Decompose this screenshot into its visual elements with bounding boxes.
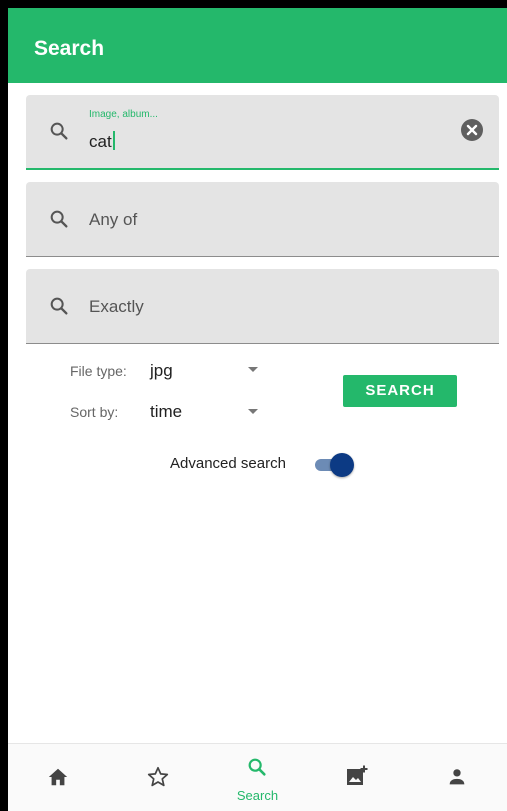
text-caret: [112, 131, 115, 150]
clear-button[interactable]: [461, 119, 483, 141]
advanced-search-label: Advanced search: [170, 455, 286, 472]
file-type-label: File type:: [70, 363, 127, 379]
search-input[interactable]: cat: [89, 131, 115, 153]
person-icon: [449, 769, 465, 785]
sort-by-value: time: [150, 402, 183, 421]
search-icon: [249, 758, 267, 776]
any-of-field[interactable]: Any of: [26, 182, 499, 257]
file-type-select[interactable]: jpg: [148, 358, 268, 384]
nav-add-photo[interactable]: [307, 744, 407, 811]
nav-search[interactable]: Search: [208, 744, 308, 811]
chevron-down-icon: [248, 409, 258, 414]
exactly-input[interactable]: Exactly: [89, 296, 144, 318]
page-title: Search: [34, 37, 105, 60]
sort-by-select[interactable]: time: [148, 399, 268, 425]
file-type-value: jpg: [150, 361, 173, 380]
close-icon: [466, 124, 478, 136]
bottom-nav: Search: [8, 743, 507, 811]
search-button[interactable]: SEARCH: [343, 375, 457, 407]
advanced-search-toggle[interactable]: [308, 448, 360, 482]
search-icon: [50, 297, 68, 315]
toggle-thumb: [330, 453, 354, 477]
search-icon: [50, 122, 68, 140]
chevron-down-icon: [248, 367, 258, 372]
search-icon: [50, 210, 68, 228]
search-field-main[interactable]: Image, album... cat: [26, 95, 499, 170]
any-of-input[interactable]: Any of: [89, 209, 137, 231]
sort-by-label: Sort by:: [70, 404, 119, 420]
nav-favorites[interactable]: [108, 744, 208, 811]
nav-profile[interactable]: [407, 744, 507, 811]
search-input-value: cat: [89, 132, 112, 151]
exactly-field[interactable]: Exactly: [26, 269, 499, 344]
star-icon: [147, 766, 168, 787]
app-bar: Search: [8, 8, 507, 83]
device-screen: Search Image, album... cat Any of Exactl: [8, 8, 507, 811]
nav-home[interactable]: [8, 744, 108, 811]
home-icon: [48, 768, 68, 786]
nav-search-label: Search: [236, 788, 279, 803]
add-photo-icon: [347, 765, 368, 785]
search-field-label: Image, album...: [89, 109, 158, 120]
